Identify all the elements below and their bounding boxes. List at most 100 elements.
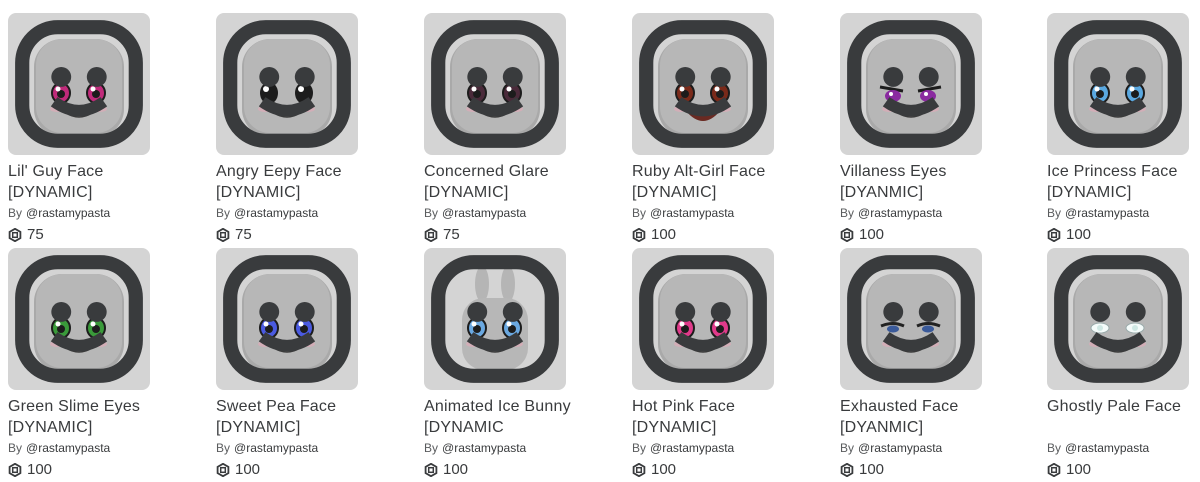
item-thumbnail[interactable] [8,248,150,390]
item-thumbnail[interactable] [632,248,774,390]
creator-link[interactable]: @rastamypasta [1065,441,1149,455]
item-name[interactable]: Sweet Pea Face [DYNAMIC] [216,396,366,438]
item-creator-line: By @rastamypasta [840,440,942,456]
item-creator-line: By @rastamypasta [8,205,110,221]
dynamic-head-icon [15,255,143,383]
item-creator-line: By @rastamypasta [1047,440,1149,456]
item-thumbnail[interactable] [8,13,150,155]
item-price: 100 [840,225,884,245]
price-value: 100 [651,461,677,478]
item-name[interactable]: Green Slime Eyes [DYNAMIC] [8,396,158,438]
item-price: 75 [216,225,252,245]
price-value: 100 [235,461,261,478]
creator-link[interactable]: @rastamypasta [1065,206,1149,220]
by-label: By [840,441,855,455]
item-price: 75 [424,225,460,245]
item-name[interactable]: Ice Princess Face [DYNAMIC] [1047,161,1197,203]
price-value: 75 [27,226,44,243]
creator-link[interactable]: @rastamypasta [442,441,526,455]
item-price: 75 [8,225,44,245]
robux-icon [424,228,438,242]
creator-link[interactable]: @rastamypasta [858,441,942,455]
dynamic-head-icon [1054,20,1182,148]
dynamic-head-icon [15,20,143,148]
item-thumbnail[interactable] [424,13,566,155]
robux-icon [8,463,22,477]
item-thumbnail[interactable] [216,248,358,390]
item-price: 100 [8,460,52,480]
item-name[interactable]: Lil' Guy Face [DYNAMIC] [8,161,158,203]
by-label: By [424,206,439,220]
creator-link[interactable]: @rastamypasta [858,206,942,220]
item-thumbnail[interactable] [840,13,982,155]
item-creator-line: By @rastamypasta [216,205,318,221]
item-creator-line: By @rastamypasta [632,205,734,221]
price-value: 100 [651,226,677,243]
creator-link[interactable]: @rastamypasta [26,441,110,455]
item-name[interactable]: Ghostly Pale Face [1047,396,1197,417]
item-thumbnail[interactable] [840,248,982,390]
item-thumbnail[interactable] [1047,248,1189,390]
item-name[interactable]: Exhausted Face [DYANMIC] [840,396,990,438]
price-value: 75 [235,226,252,243]
item-price: 100 [1047,225,1091,245]
by-label: By [632,441,647,455]
item-thumbnail[interactable] [424,248,566,390]
creator-link[interactable]: @rastamypasta [650,441,734,455]
by-label: By [424,441,439,455]
item-name[interactable]: Concerned Glare [DYNAMIC] [424,161,574,203]
creator-link[interactable]: @rastamypasta [234,441,318,455]
item-thumbnail[interactable] [632,13,774,155]
dynamic-head-icon [639,255,767,383]
dynamic-head-icon [223,20,351,148]
dynamic-head-icon [431,20,559,148]
dynamic-head-icon [639,20,767,148]
catalog-grid: Lil' Guy Face [DYNAMIC] By @rastamypasta … [0,0,1200,482]
item-price: 100 [632,225,676,245]
item-thumbnail[interactable] [1047,13,1189,155]
robux-icon [1047,463,1061,477]
item-name[interactable]: Ruby Alt-Girl Face [DYNAMIC] [632,161,782,203]
by-label: By [632,206,647,220]
by-label: By [840,206,855,220]
item-price: 100 [840,460,884,480]
item-thumbnail[interactable] [216,13,358,155]
robux-icon [1047,228,1061,242]
item-creator-line: By @rastamypasta [8,440,110,456]
robux-icon [632,228,646,242]
price-value: 100 [1066,461,1092,478]
item-price: 100 [216,460,260,480]
item-price: 100 [1047,460,1091,480]
item-name[interactable]: Angry Eepy Face [DYNAMIC] [216,161,366,203]
robux-icon [216,463,230,477]
by-label: By [1047,441,1062,455]
price-value: 100 [859,226,885,243]
price-value: 100 [27,461,53,478]
item-creator-line: By @rastamypasta [632,440,734,456]
creator-link[interactable]: @rastamypasta [442,206,526,220]
dynamic-head-icon [847,20,975,148]
item-price: 100 [424,460,468,480]
price-value: 100 [1066,226,1092,243]
robux-icon [424,463,438,477]
item-price: 100 [632,460,676,480]
item-creator-line: By @rastamypasta [840,205,942,221]
by-label: By [8,441,23,455]
price-value: 75 [443,226,460,243]
dynamic-head-icon [1054,255,1182,383]
by-label: By [216,206,231,220]
price-value: 100 [859,461,885,478]
robux-icon [8,228,22,242]
item-name[interactable]: Animated Ice Bunny [DYNAMIC [424,396,574,438]
item-name[interactable]: Villaness Eyes [DYANMIC] [840,161,990,203]
robux-icon [216,228,230,242]
creator-link[interactable]: @rastamypasta [650,206,734,220]
creator-link[interactable]: @rastamypasta [26,206,110,220]
robux-icon [840,463,854,477]
item-creator-line: By @rastamypasta [424,440,526,456]
item-creator-line: By @rastamypasta [424,205,526,221]
item-name[interactable]: Hot Pink Face [DYNAMIC] [632,396,782,438]
creator-link[interactable]: @rastamypasta [234,206,318,220]
robux-icon [840,228,854,242]
dynamic-head-icon [431,255,559,383]
